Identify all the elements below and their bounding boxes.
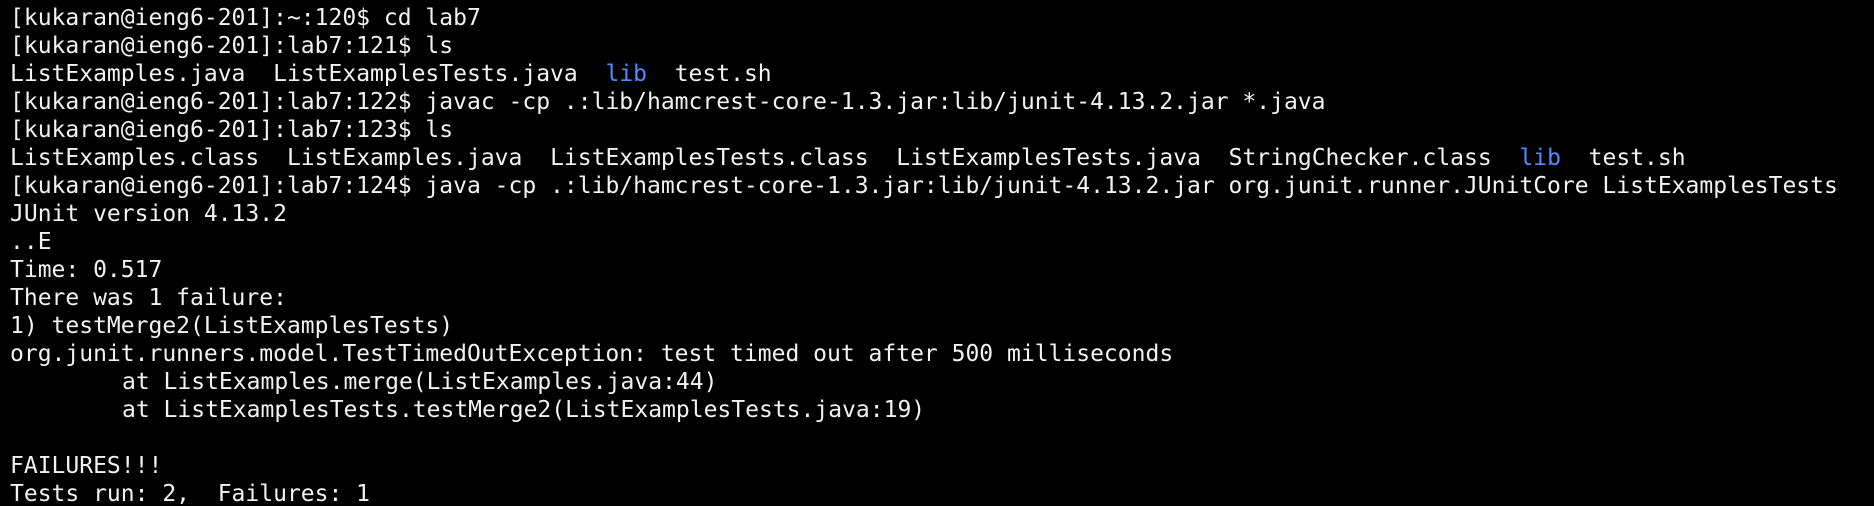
test-summary: Tests run: 2, Failures: 1 <box>10 481 371 506</box>
shell-command: ls <box>411 117 454 143</box>
shell-prompt: [kukaran@ieng6-201]:lab7:123$ <box>10 117 412 143</box>
file-entry: test.sh <box>674 61 772 87</box>
terminal-line-ls-1: [kukaran@ieng6-201]:lab7:121$ ls <box>10 32 1864 60</box>
file-entry: ListExamples.java <box>10 61 246 87</box>
terminal-line-ls-2: [kukaran@ieng6-201]:lab7:123$ ls <box>10 116 1864 144</box>
shell-prompt: [kukaran@ieng6-201]:lab7:124$ <box>10 173 412 199</box>
test-progress: ..E <box>10 229 52 255</box>
ls-output-2: ListExamples.class ListExamples.java Lis… <box>10 144 1864 172</box>
failures-banner: FAILURES!!! <box>10 453 163 479</box>
failure-count: There was 1 failure: <box>10 285 287 311</box>
terminal-line-cd: [kukaran@ieng6-201]:~:120$ cd lab7 <box>10 4 1864 32</box>
shell-command: cd lab7 <box>370 5 481 31</box>
file-entry: ListExamplesTests.java <box>896 145 1201 171</box>
test-time: Time: 0.517 <box>10 257 163 283</box>
stack-frame: at ListExamples.merge(ListExamples.java:… <box>122 369 718 395</box>
failure-title: 1) testMerge2(ListExamplesTests) <box>10 313 454 339</box>
file-entry: ListExamplesTests.java <box>273 61 578 87</box>
shell-prompt: [kukaran@ieng6-201]:lab7:121$ <box>10 33 412 59</box>
ls-output-1: ListExamples.java ListExamplesTests.java… <box>10 60 1864 88</box>
file-entry: ListExamples.java <box>286 145 523 171</box>
file-entry: StringChecker.class <box>1228 145 1492 171</box>
junit-version: JUnit version 4.13.2 <box>10 201 287 227</box>
shell-command: ls <box>411 33 454 59</box>
directory-entry: lib <box>605 61 647 87</box>
file-entry: test.sh <box>1588 145 1686 171</box>
file-entry: ListExamplesTests.class <box>550 145 869 171</box>
stack-frame: at ListExamplesTests.testMerge2(ListExam… <box>122 397 926 423</box>
terminal-line-javac: [kukaran@ieng6-201]:lab7:122$ javac -cp … <box>10 88 1864 116</box>
shell-prompt: [kukaran@ieng6-201]:lab7:122$ <box>10 89 412 115</box>
directory-entry: lib <box>1519 145 1561 171</box>
exception-message: org.junit.runners.model.TestTimedOutExce… <box>10 341 1174 367</box>
file-entry: ListExamples.class <box>10 145 260 171</box>
terminal-window[interactable]: [kukaran@ieng6-201]:~:120$ cd lab7 [kuka… <box>0 0 1874 506</box>
shell-prompt: [kukaran@ieng6-201]:~:120$ <box>10 5 371 31</box>
shell-command: java -cp .:lib/hamcrest-core-1.3.jar:lib… <box>411 173 1838 199</box>
shell-command: javac -cp .:lib/hamcrest-core-1.3.jar:li… <box>411 89 1326 115</box>
terminal-line-java: [kukaran@ieng6-201]:lab7:124$ java -cp .… <box>10 172 1864 200</box>
